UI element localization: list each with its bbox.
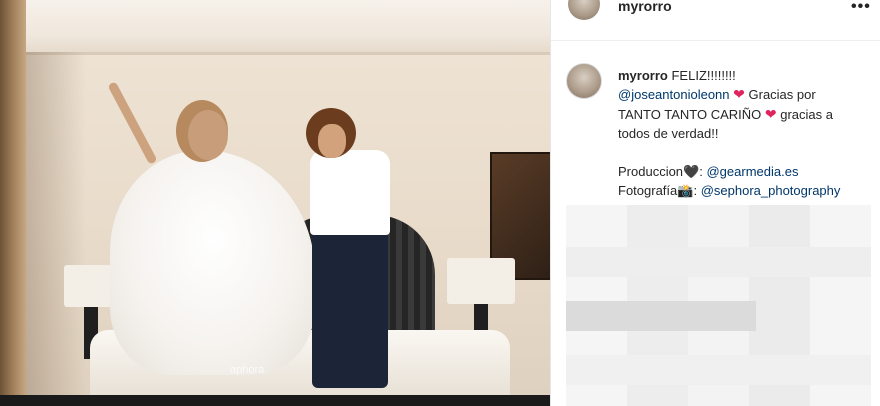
groom-legs	[312, 228, 388, 388]
bride-head	[188, 110, 228, 160]
caption-text: FELIZ!!!!!!!!	[671, 68, 736, 83]
bride-dress	[110, 150, 315, 375]
post-photo[interactable]: aphora	[0, 0, 550, 395]
caption-text: Gracias por	[748, 87, 816, 103]
caption-text: TANTO TANTO CARIÑO	[618, 106, 762, 122]
blurred-comments	[566, 205, 871, 406]
photo-watermark: aphora	[230, 364, 265, 376]
curtain	[0, 0, 26, 395]
bottom-strip	[0, 395, 550, 406]
groom-shirt	[310, 150, 390, 235]
post-header: myrorro •••	[551, 0, 880, 41]
black-heart-icon: 🖤	[683, 164, 700, 180]
production-label: Produccion	[618, 164, 684, 180]
blurred-row	[566, 247, 871, 277]
mention-link[interactable]: @joseantonioleonn	[618, 87, 730, 102]
ceiling-molding	[20, 0, 550, 55]
wall-shadow	[26, 52, 86, 395]
separator: :	[693, 183, 698, 199]
blurred-row	[566, 301, 756, 331]
mention-link[interactable]: @gearmedia.es	[706, 164, 798, 179]
caption-gap	[618, 143, 873, 162]
bride-arm	[107, 81, 158, 165]
caption-avatar[interactable]	[566, 63, 602, 99]
groom-face	[318, 124, 346, 158]
caption-username[interactable]: myrorro	[618, 68, 668, 83]
caption: myrorro FELIZ!!!!!!!! @joseantonioleonn …	[618, 66, 873, 201]
camera-icon: 📸	[677, 183, 694, 199]
more-options-icon[interactable]: •••	[851, 0, 871, 16]
caption-text: todos de verdad!!	[618, 125, 719, 141]
heart-icon: ❤	[764, 105, 777, 122]
separator: :	[699, 164, 703, 180]
lamp-left	[64, 265, 116, 307]
lamp-right	[447, 258, 515, 304]
mention-link[interactable]: @sephora_photography	[701, 183, 841, 198]
header-avatar[interactable]	[568, 0, 600, 20]
blurred-row	[566, 355, 871, 385]
photo-label: Fotografía	[618, 183, 678, 199]
header-username[interactable]: myrorro	[618, 0, 672, 14]
post-sidebar: myrorro ••• myrorro FELIZ!!!!!!!! @josea…	[550, 0, 880, 406]
heart-icon: ❤	[733, 86, 745, 103]
caption-text: gracias a	[780, 106, 833, 122]
